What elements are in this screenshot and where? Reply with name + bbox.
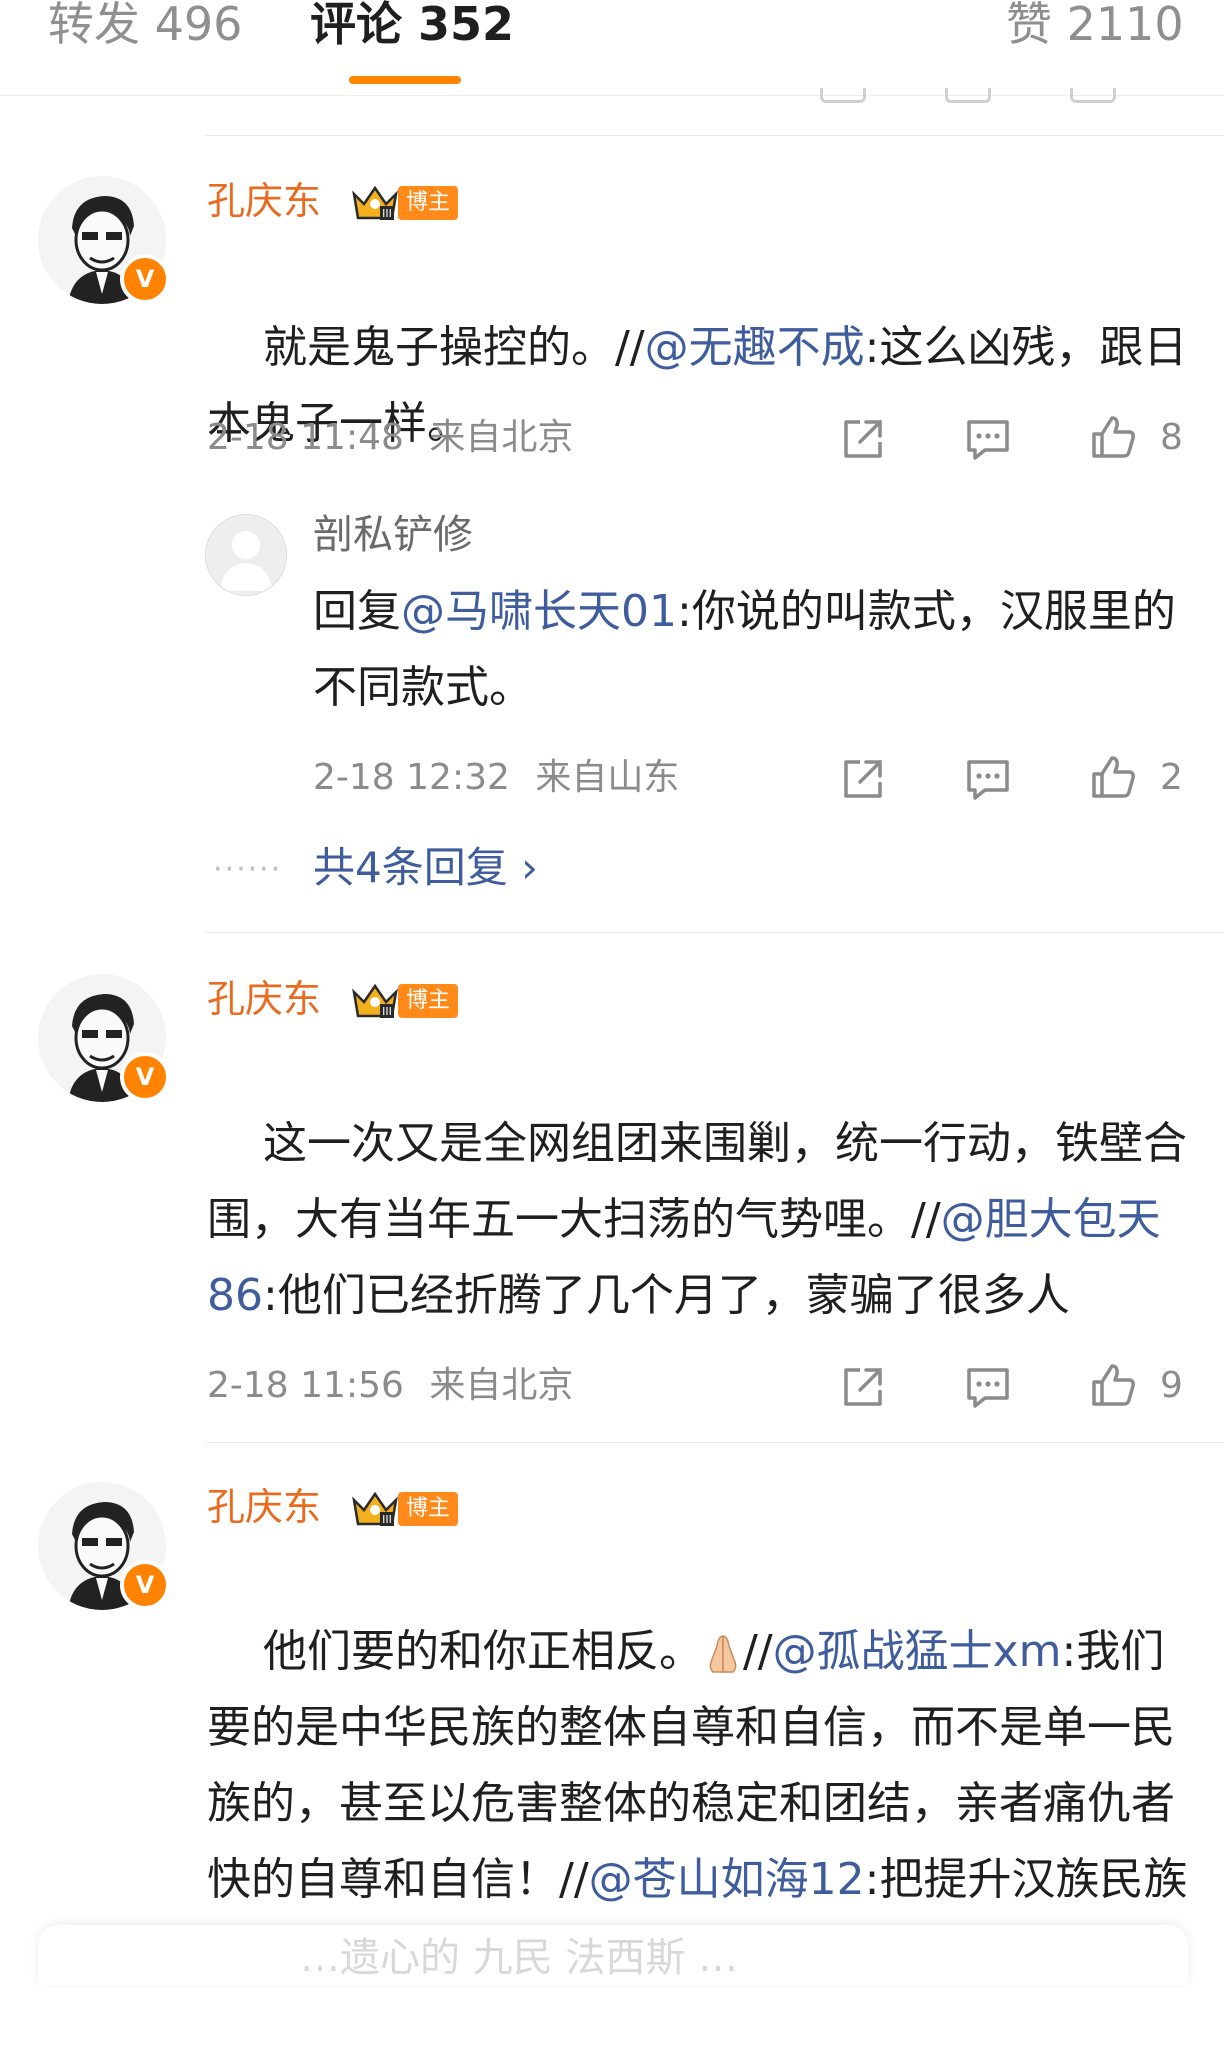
mention-link[interactable]: @苍山如海12 [589, 1854, 865, 1905]
verified-badge-icon: V [120, 1560, 170, 1610]
like-icon[interactable] [1088, 1360, 1138, 1410]
previous-action-icon-stub [945, 88, 991, 103]
reply-text: 回复@马啸长天01:你说的叫款式，汉服里的不同款式。 [313, 574, 1193, 726]
like-icon[interactable] [1088, 752, 1138, 802]
comment-icon[interactable] [963, 414, 1013, 464]
comment-text-part: // [742, 1626, 773, 1677]
tab-reposts[interactable]: 转发 496 [48, 0, 242, 52]
divider [205, 932, 1224, 933]
comment-author[interactable]: 孔庆东 [207, 1482, 321, 1532]
previous-action-icon-stub [1070, 88, 1116, 103]
like-count: 2 [1160, 757, 1183, 798]
comment-text-part: 就是鬼子操控的。// [262, 322, 645, 373]
reply-meta: 2-18 12:32 来自山东 [313, 756, 679, 800]
more-replies-link[interactable]: 共4条回复 › [313, 842, 538, 894]
svg-text:III: III [382, 207, 392, 220]
tab-comments[interactable]: 评论 352 [310, 0, 514, 52]
crown-icon: III [352, 185, 398, 220]
divider [205, 1442, 1224, 1443]
reply-author[interactable]: 剖私铲修 [313, 510, 473, 560]
svg-text:III: III [382, 1005, 392, 1018]
share-icon[interactable] [838, 1362, 888, 1412]
crown-icon: III [352, 1491, 398, 1526]
reply-location: 来自山东 [535, 757, 680, 798]
comment-location: 来自北京 [429, 1365, 574, 1406]
like-count: 8 [1160, 417, 1183, 458]
comment-meta: 2-18 11:56 来自北京 [207, 1364, 573, 1408]
tab-bar: 转发 496 评论 352 赞 2110 [0, 0, 1224, 96]
share-icon[interactable] [838, 754, 888, 804]
comment-location: 来自北京 [429, 417, 574, 458]
blogger-badge: 博主 [398, 186, 459, 220]
comment-icon[interactable] [963, 754, 1013, 804]
comment-author[interactable]: 孔庆东 [207, 176, 321, 226]
svg-text:III: III [382, 1513, 392, 1526]
comment-text: 就是鬼子操控的。//@无趣不成:这么凶残，跟日本鬼子一样。 [207, 234, 1192, 538]
comment-text-part: 他们要的和你正相反。 [262, 1626, 703, 1677]
bottom-ghost-text: …遗心的 九民 法西斯 … [300, 1935, 739, 1981]
mention-link[interactable]: @无趣不成 [645, 322, 865, 373]
reply-text-part: 回复 [313, 586, 401, 637]
comment-icon[interactable] [963, 1362, 1013, 1412]
like-icon[interactable] [1088, 412, 1138, 462]
mention-link[interactable]: @孤战猛士xm [773, 1626, 1062, 1677]
comment-text: 这一次又是全网组团来围剿，统一行动，铁壁合围，大有当年五一大扫荡的气势哩。//@… [207, 1030, 1192, 1410]
like-count: 9 [1160, 1365, 1183, 1406]
blogger-badge: 博主 [398, 984, 459, 1018]
share-icon[interactable] [838, 414, 888, 464]
active-tab-indicator [349, 76, 461, 84]
praying-hands-icon [709, 1635, 737, 1673]
previous-action-icon-stub [820, 88, 866, 103]
reply-time: 2-18 12:32 [313, 757, 510, 798]
comment-text: 他们要的和你正相反。//@孤战猛士xm:我们要的是中华民族的整体自尊和自信，而不… [207, 1538, 1192, 2070]
mention-link[interactable]: @马啸长天01 [401, 586, 677, 637]
reply-dots: ······ [213, 852, 283, 887]
comment-author[interactable]: 孔庆东 [207, 974, 321, 1024]
crown-icon: III [352, 983, 398, 1018]
comment-time: 2-18 11:56 [207, 1365, 404, 1406]
tab-likes[interactable]: 赞 2110 [1006, 0, 1184, 52]
comment-meta: 2-18 11:48 来自北京 [207, 416, 573, 460]
verified-badge-icon: V [120, 254, 170, 304]
divider [205, 135, 1224, 136]
comment-text-part: :他们已经折腾了几个月了，蒙骗了很多人 [263, 1270, 1070, 1321]
comment-time: 2-18 11:48 [207, 417, 404, 458]
verified-badge-icon: V [120, 1052, 170, 1102]
reply-avatar[interactable] [205, 514, 287, 596]
blogger-badge: 博主 [398, 1492, 459, 1526]
